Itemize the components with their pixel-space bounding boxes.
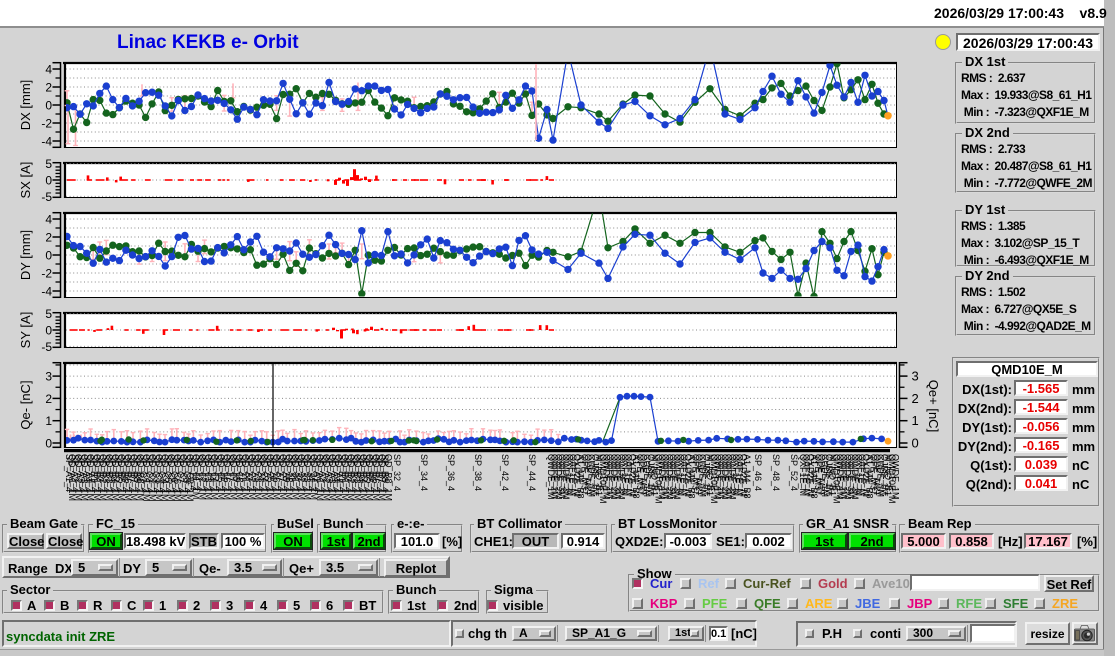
svg-text:SP_42_4: SP_42_4 [500,454,510,491]
svg-text:QWDE_1M: QWDE_1M [891,454,901,500]
svg-text:SY [A]: SY [A] [18,312,33,349]
svg-text:2: 2 [45,81,52,95]
svg-text:SP_34_4: SP_34_4 [419,454,429,491]
svg-text:3: 3 [45,370,52,384]
svg-text:2: 2 [912,391,919,406]
svg-text:5: 5 [45,157,52,171]
svg-text:SP_48_4: SP_48_4 [771,454,781,491]
svg-text:-5: -5 [41,340,52,354]
svg-text:Qe- [nC]: Qe- [nC] [18,380,33,429]
svg-text:QD_B8_1M: QD_B8_1M [383,454,393,501]
svg-text:4: 4 [45,213,52,227]
svg-text:0: 0 [45,324,52,338]
svg-text:0: 0 [45,99,52,113]
svg-text:5: 5 [45,307,52,321]
svg-text:-5: -5 [41,190,52,204]
svg-text:Qe+ [nC]: Qe+ [nC] [926,380,941,432]
svg-text:1: 1 [45,414,52,428]
svg-text:SP_44_4: SP_44_4 [527,454,537,491]
svg-text:DY [mm]: DY [mm] [18,230,33,280]
svg-text:SP_36_4: SP_36_4 [446,454,456,491]
svg-text:SP_52_4: SP_52_4 [789,454,799,491]
svg-text:A1_M4_B8: A1_M4_B8 [742,454,752,499]
svg-text:-4: -4 [41,135,52,149]
svg-text:DX [mm]: DX [mm] [18,80,33,131]
svg-text:SP_32_4: SP_32_4 [392,454,402,491]
svg-text:SX [A]: SX [A] [18,162,33,199]
svg-text:0: 0 [45,249,52,263]
svg-text:-4: -4 [41,285,52,299]
svg-text:4: 4 [45,63,52,77]
svg-text:2: 2 [45,392,52,406]
svg-text:-2: -2 [41,267,52,281]
svg-text:0: 0 [45,174,52,188]
svg-text:0: 0 [45,437,52,451]
svg-text:0: 0 [912,436,919,451]
svg-text:SP_38_4: SP_38_4 [473,454,483,491]
svg-text:2: 2 [45,231,52,245]
svg-text:SP_46_4: SP_46_4 [753,454,763,491]
svg-text:-2: -2 [41,117,52,131]
svg-text:1: 1 [912,413,919,428]
svg-text:3: 3 [912,369,919,384]
